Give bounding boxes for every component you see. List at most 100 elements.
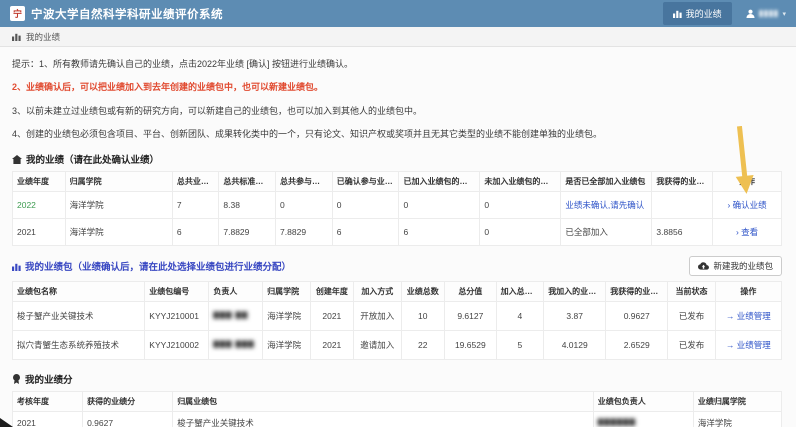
section-my-scores-title: 我的业绩分: [12, 372, 782, 386]
table-cell: 10: [401, 302, 444, 331]
logo-glyph: 宁: [13, 7, 22, 20]
column-header: 操作: [715, 282, 781, 302]
table-row: 2021海洋学院67.88297.8829660已全部加入3.8856› 查看: [13, 219, 782, 246]
bar-chart-icon: [12, 32, 21, 41]
column-header: 归属学院: [65, 172, 172, 192]
table-cell: 9.6127: [444, 302, 496, 331]
table-cell: 4: [496, 302, 544, 331]
table-cell: 0.9627: [606, 302, 668, 331]
chevron-down-icon: ▾: [782, 10, 786, 18]
year-cell: 2022: [13, 192, 66, 219]
table-row: 20210.9627梭子蟹产业关键技术▇▇▇▇▇▇海洋学院: [13, 412, 782, 427]
table-cell: 2.6529: [606, 331, 668, 360]
column-header: 业绩归属学院: [693, 392, 781, 412]
new-package-button-label: 新建我的业绩包: [713, 260, 773, 272]
column-header: 我获得的业绩分: [652, 172, 713, 192]
redacted-leader: ▇▇▇ ▇▇: [209, 302, 263, 331]
bar-chart-icon: [12, 262, 21, 271]
table-cell: 0: [399, 192, 480, 219]
column-header: 已确认参与业绩数: [332, 172, 399, 192]
home-icon: [12, 155, 22, 164]
table-cell: 海洋学院: [693, 412, 781, 427]
manage-performance-link[interactable]: → 业绩管理: [715, 331, 781, 360]
column-header: 归属学院: [263, 282, 311, 302]
column-header: 加入方式: [354, 282, 402, 302]
table-cell: 6: [399, 219, 480, 246]
table-cell: 开放加入: [354, 302, 402, 331]
new-package-button[interactable]: 新建我的业绩包: [689, 256, 782, 276]
my-performance-table: 业绩年度归属学院总共业绩数总共标准业绩分总共参与业绩分已确认参与业绩数已加入业绩…: [12, 171, 782, 246]
table-cell: 海洋学院: [263, 302, 311, 331]
column-header: 业绩总数: [401, 282, 444, 302]
medal-icon: [12, 374, 21, 384]
table-cell: 0: [332, 192, 399, 219]
table-cell: 海洋学院: [65, 192, 172, 219]
column-header: 已加入业绩包的业绩数: [399, 172, 480, 192]
column-header: 总共业绩数: [172, 172, 219, 192]
table-cell: 已发布: [668, 331, 716, 360]
table-row: 梭子蟹产业关键技术KYYJ210001▇▇▇ ▇▇海洋学院2021开放加入109…: [13, 302, 782, 331]
breadcrumb-label: 我的业绩: [26, 31, 60, 43]
column-header: 我加入的业绩分: [544, 282, 606, 302]
tip-line-4: 4、创建的业绩包必须包含项目、平台、创新团队、成果转化类中的一个，只有论文、知识…: [12, 129, 782, 140]
nav-label: 我的业绩: [686, 7, 722, 20]
nav-my-performance-button[interactable]: 我的业绩: [663, 2, 732, 25]
table-row: 拟穴青蟹生态系统养殖技术KYYJ210002▇▇▇ ▇▇▇海洋学院2021邀请加…: [13, 331, 782, 360]
table-cell: 0: [276, 192, 333, 219]
table-cell: 2021: [13, 219, 66, 246]
table-cell: 3.8856: [652, 219, 713, 246]
column-header: 负责人: [209, 282, 263, 302]
instruction-tips: 提示：1、所有教师请先确认自己的业绩，点击2022年业绩 [确认] 按钮进行业绩…: [12, 59, 782, 140]
column-header: 总共标准业绩分: [219, 172, 276, 192]
table-cell: 19.6529: [444, 331, 496, 360]
my-scores-table: 考核年度获得的业绩分归属业绩包业绩包负责人业绩归属学院20210.9627梭子蟹…: [12, 391, 782, 427]
column-header: 总共参与业绩分: [276, 172, 333, 192]
redacted-leader: ▇▇▇▇▇▇: [593, 412, 693, 427]
section-my-packages-title: 我的业绩包（业绩确认后，请在此处选择业绩包进行业绩分配）: [12, 259, 291, 273]
table-cell: 0.9627: [83, 412, 173, 427]
user-name: ▮▮▮▮: [759, 8, 779, 19]
table-cell: 5: [496, 331, 544, 360]
table-cell: 6: [172, 219, 219, 246]
redacted-leader: ▇▇▇ ▇▇▇: [209, 331, 263, 360]
table-cell: 4.0129: [544, 331, 606, 360]
tip-line-3: 3、以前未建立过业绩包或有新的研究方向，可以新建自己的业绩包，也可以加入到其他人…: [12, 106, 782, 117]
table-cell: 2021: [13, 412, 83, 427]
table-cell: 7: [172, 192, 219, 219]
bar-chart-icon: [673, 9, 682, 18]
table-cell: 海洋学院: [65, 219, 172, 246]
section-title-text: 我的业绩（请在此处确认业绩）: [26, 152, 159, 166]
table-cell: 8.38: [219, 192, 276, 219]
table-cell: KYYJ210001: [145, 302, 209, 331]
column-header: 操作: [713, 172, 782, 192]
column-header: 业绩包编号: [145, 282, 209, 302]
table-cell: 2021: [310, 302, 353, 331]
column-header: 归属业绩包: [173, 392, 594, 412]
user-icon: [746, 9, 755, 18]
column-header: 创建年度: [310, 282, 353, 302]
table-cell: 22: [401, 331, 444, 360]
my-packages-table: 业绩包名称业绩包编号负责人归属学院创建年度加入方式业绩总数总分值加入总人数我加入…: [12, 281, 782, 360]
column-header: 是否已全部加入业绩包: [561, 172, 652, 192]
app-title: 宁波大学自然科学科研业绩评价系统: [31, 6, 223, 22]
table-row: 2022海洋学院78.380000业绩未确认,请先确认› 确认业绩: [13, 192, 782, 219]
manage-performance-link[interactable]: → 业绩管理: [715, 302, 781, 331]
table-cell: 海洋学院: [263, 331, 311, 360]
tip-line-2: 2、业绩确认后，可以把业绩加入到去年创建的业绩包中，也可以新建业绩包。: [12, 82, 782, 93]
column-header: 业绩包负责人: [593, 392, 693, 412]
table-cell: 拟穴青蟹生态系统养殖技术: [13, 331, 145, 360]
column-header: 加入总人数: [496, 282, 544, 302]
table-cell: 6: [332, 219, 399, 246]
column-header: 业绩包名称: [13, 282, 145, 302]
table-cell: 7.8829: [276, 219, 333, 246]
confirm-hint-link[interactable]: 业绩未确认,请先确认: [561, 192, 652, 219]
user-menu[interactable]: ▮▮▮▮ ▾: [746, 8, 786, 19]
column-header: 获得的业绩分: [83, 392, 173, 412]
view-link[interactable]: › 查看: [713, 219, 782, 246]
table-cell: KYYJ210002: [145, 331, 209, 360]
table-cell: 0: [480, 192, 561, 219]
column-header: 未加入业绩包的业绩数: [480, 172, 561, 192]
table-cell: 7.8829: [219, 219, 276, 246]
column-header: 总分值: [444, 282, 496, 302]
confirm-performance-link[interactable]: › 确认业绩: [713, 192, 782, 219]
